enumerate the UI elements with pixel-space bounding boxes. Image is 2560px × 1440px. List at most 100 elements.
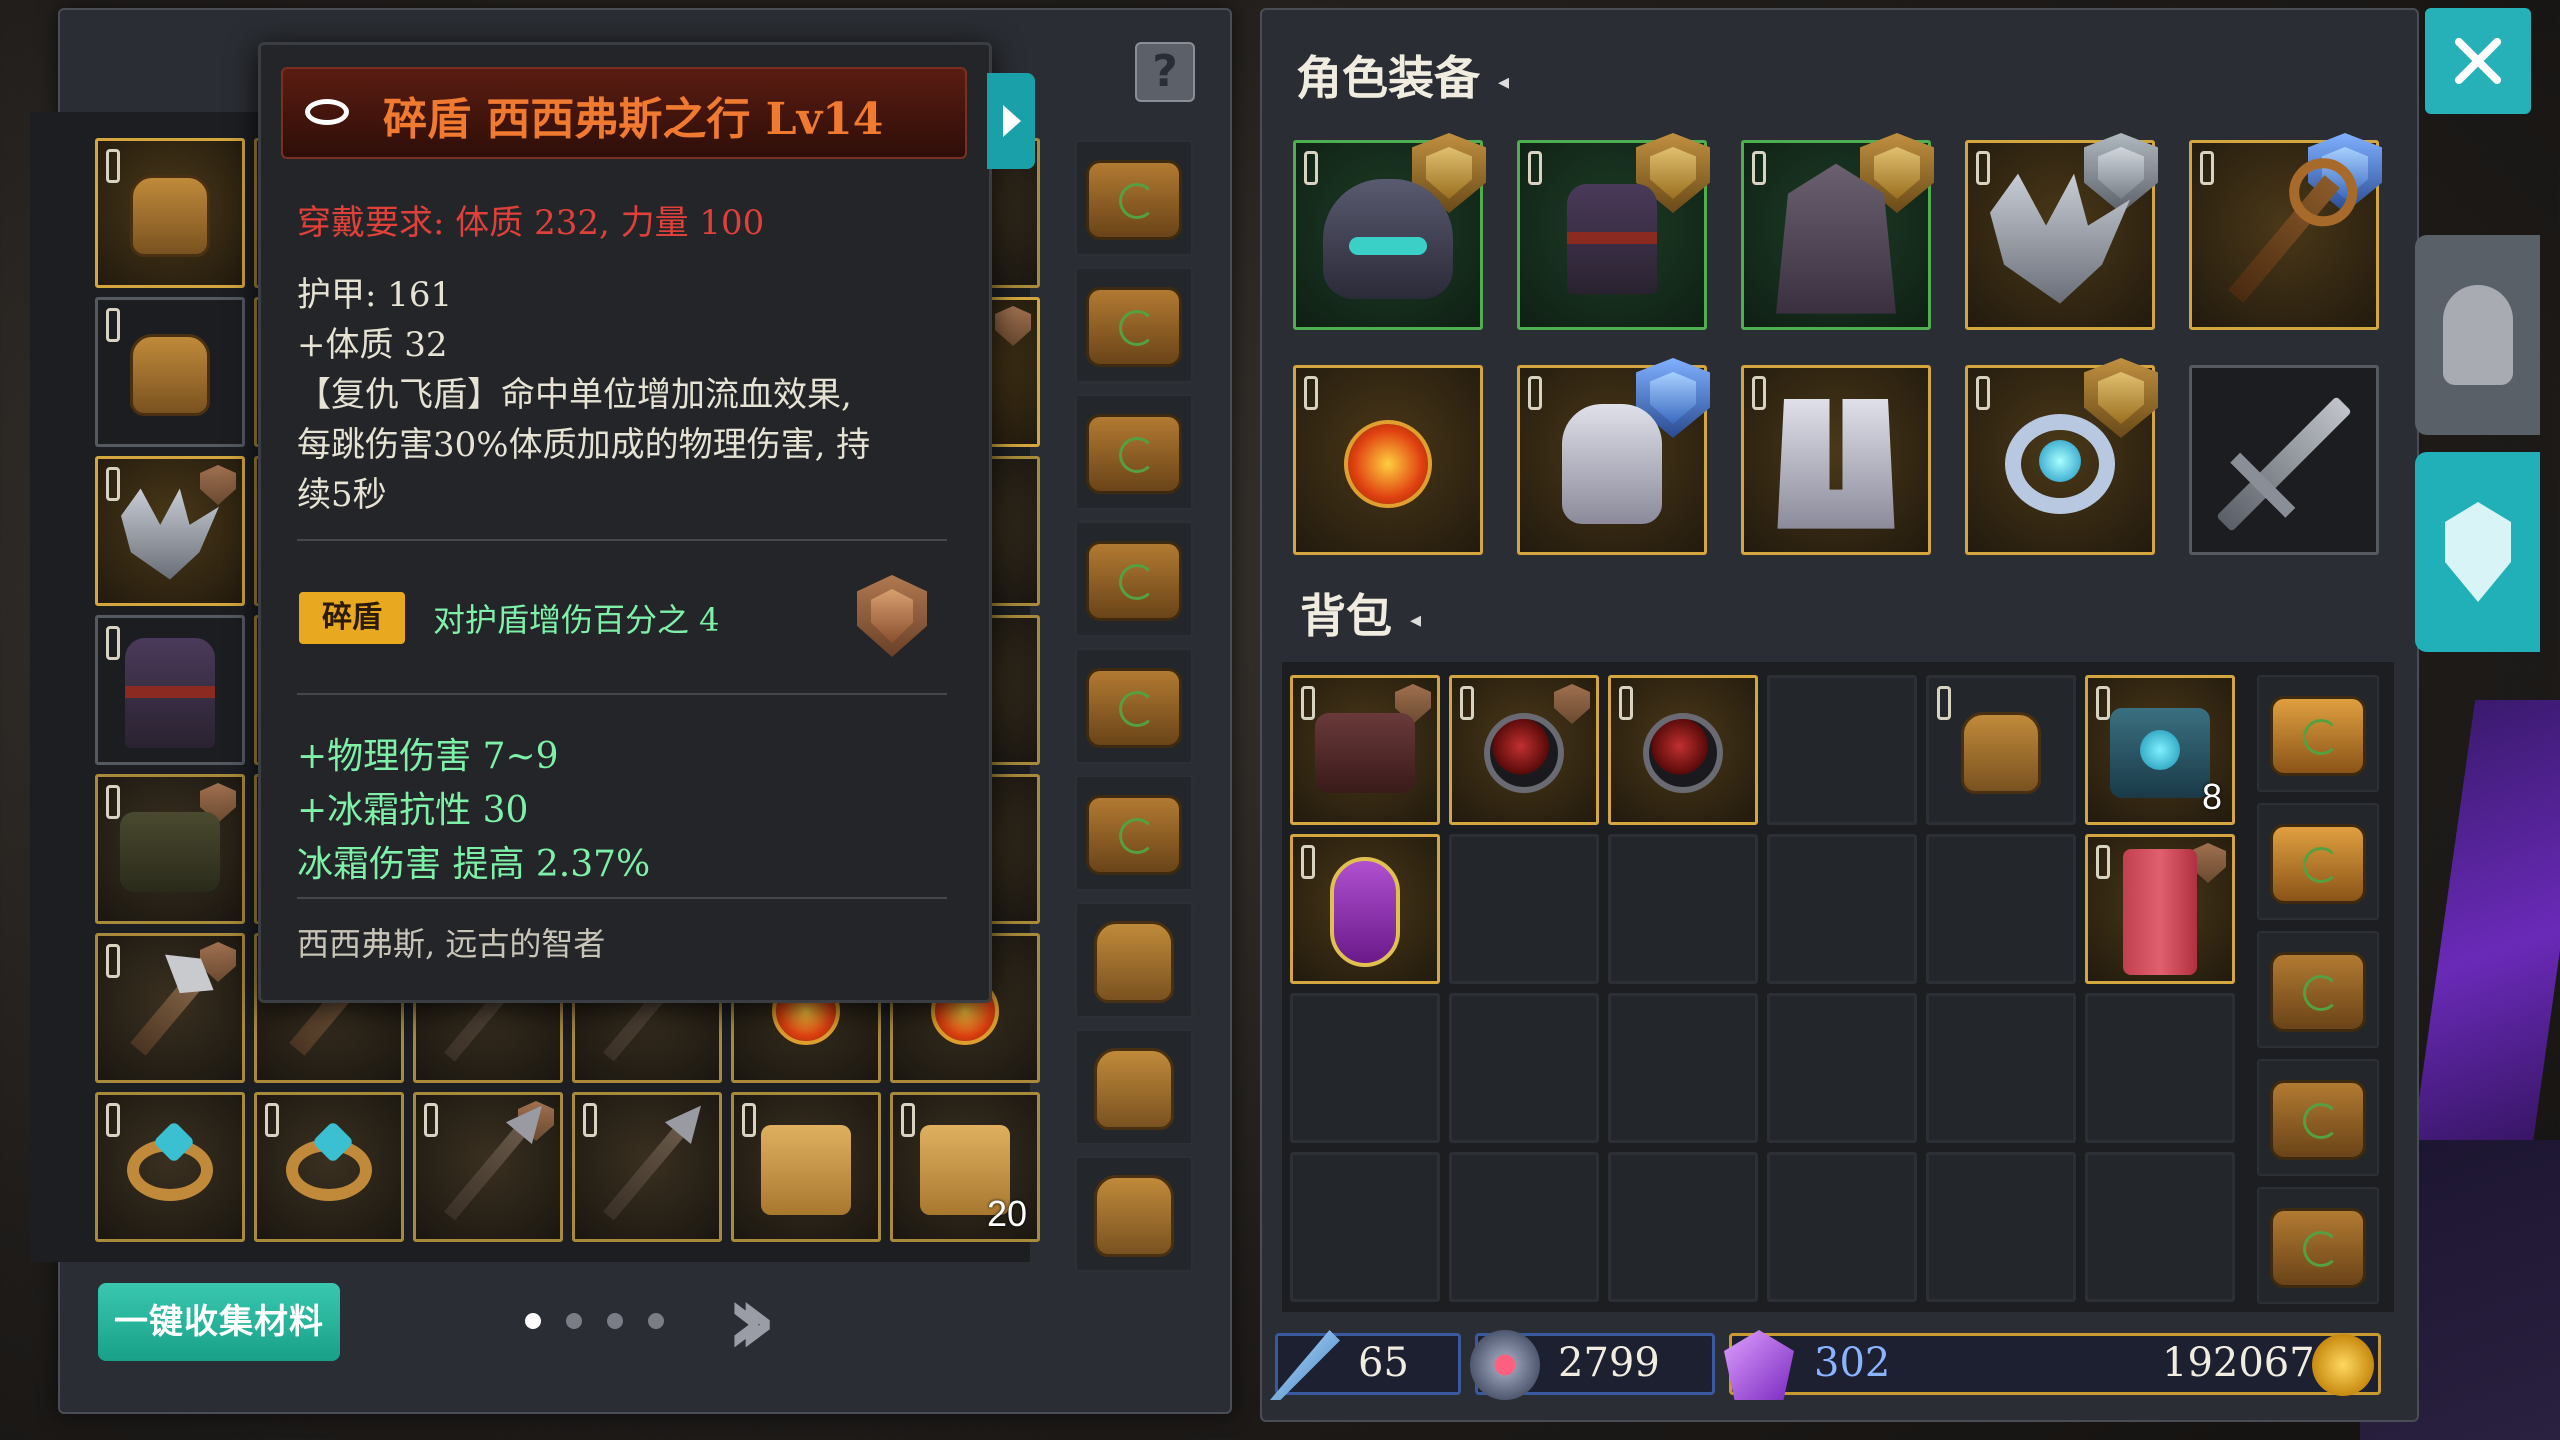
equip-slot-boots[interactable] [1741,365,1931,555]
divider [297,693,947,695]
close-icon[interactable] [2425,8,2531,114]
lock-icon [742,1103,756,1137]
ring-icon [286,1138,372,1201]
set-bonus-desc: 对护盾增伤百分之 4 [433,601,720,639]
collapse-arrow-icon[interactable]: ◂ [1410,607,1421,633]
bag-slot-empty[interactable] [1926,993,2076,1143]
bag-slot-empty[interactable] [1767,1152,1917,1302]
bag-slot-empty[interactable] [1608,1152,1758,1302]
backpack-icon [130,174,210,257]
bag-container-slot[interactable] [2257,1187,2379,1304]
bag-container-slot[interactable] [2257,675,2379,792]
bag-slot[interactable] [1449,675,1599,825]
storage-slot[interactable]: 20 [890,1092,1040,1242]
bag-slot[interactable]: 8 [2085,675,2235,825]
bag-slot-empty[interactable] [1608,993,1758,1143]
storage-slot[interactable] [95,774,245,924]
backpack-icon [130,333,210,416]
bag-slot[interactable] [1075,648,1193,764]
bag-slot[interactable] [1075,1156,1193,1272]
ring-icon [127,1138,213,1201]
bag-slot-empty[interactable] [1449,993,1599,1143]
page-dot[interactable] [525,1313,541,1329]
bag-slot[interactable] [1075,902,1193,1018]
storage-slot[interactable] [95,138,245,288]
bag-slot-empty[interactable] [1290,1152,1440,1302]
equip-slot-amulet[interactable] [1293,365,1483,555]
storage-slot[interactable] [95,297,245,447]
page-dot[interactable] [648,1313,664,1329]
bag-slot[interactable] [1290,675,1440,825]
bag-slot[interactable] [2085,834,2235,984]
bag-slot[interactable] [1075,1029,1193,1145]
gem-gold-currency: 302 192067 [1724,1330,2381,1400]
storage-slot[interactable] [572,1092,722,1242]
spear-icon [444,1119,532,1221]
helmet-tab-icon[interactable] [2415,235,2540,435]
equip-slot-cloak[interactable] [1741,133,1934,330]
storage-slot[interactable] [731,1092,881,1242]
storage-slot[interactable] [95,456,245,606]
equip-slot-ring[interactable] [1965,358,2158,555]
equipment-title-text: 角色装备 [1296,51,1480,105]
bag-slot-empty[interactable] [1767,675,1917,825]
bag-slot-empty[interactable] [1608,834,1758,984]
bag-slot[interactable] [1075,140,1193,256]
shield-item-icon [305,99,349,125]
page-indicator [525,1313,664,1329]
bag-slot-empty[interactable] [1290,993,1440,1143]
bag-slot-empty[interactable] [1767,834,1917,984]
storage-slot[interactable] [254,1092,404,1242]
bag-slot[interactable] [1608,675,1758,825]
divider [297,539,947,541]
collapse-arrow-icon[interactable]: ◂ [1498,69,1509,95]
bag-slot-empty[interactable] [1926,1152,2076,1302]
bag-slot[interactable] [1075,267,1193,383]
help-icon[interactable]: ? [1135,42,1195,102]
bag-slot[interactable] [1075,521,1193,637]
equip-slot-weapon[interactable] [2189,133,2382,330]
bag-slot-empty[interactable] [1926,834,2076,984]
storage-slot[interactable] [95,1092,245,1242]
equip-slot-empty-weapon[interactable] [2189,365,2379,555]
gauntlet-icon [1315,712,1415,793]
bag-slot[interactable] [1290,834,1440,984]
bag-slot-empty[interactable] [1449,1152,1599,1302]
stack-count: 20 [986,1193,1027,1234]
stack-count: 8 [2201,776,2222,817]
expand-arrow-icon[interactable] [987,73,1035,169]
tier-shield-icon [995,306,1031,346]
chest-armor-icon [1567,183,1657,294]
storage-slot[interactable] [413,1092,563,1242]
bag-container-slot[interactable] [2257,931,2379,1048]
bag-slot[interactable] [1075,775,1193,891]
bag-container-slot[interactable] [2257,803,2379,920]
bag-container-slot[interactable] [2257,1059,2379,1176]
bag-slot-empty[interactable] [2085,1152,2235,1302]
satchel-icon [2270,1207,2366,1288]
page-dot[interactable] [566,1313,582,1329]
bag-slot[interactable] [1926,675,2076,825]
currency-bar: 65 2799 302 192067 [1270,1330,2381,1400]
bag-slot-empty[interactable] [1767,993,1917,1143]
equip-slot-chest[interactable] [1517,133,1710,330]
bag-slot-empty[interactable] [2085,993,2235,1143]
collect-materials-button[interactable]: 一键收集材料 [98,1283,340,1361]
equip-slot-gloves[interactable] [1517,358,1710,555]
equip-slot-helmet[interactable] [1293,133,1486,330]
bag-slot[interactable] [1075,394,1193,510]
storage-slot[interactable] [95,615,245,765]
heart-gem-icon [1470,1330,1540,1400]
satchel-icon [2270,951,2366,1032]
lock-icon [1752,376,1766,410]
claw-weapon-icon [121,488,219,580]
page-dot[interactable] [607,1313,623,1329]
lock-icon [106,944,120,978]
equip-slot-offhand[interactable] [1965,133,2158,330]
bag-slot-empty[interactable] [1449,834,1599,984]
satchel-icon [1086,795,1182,876]
shield-tab-icon[interactable] [2415,452,2540,652]
large-satchel-icon [2270,695,2366,776]
storage-slot[interactable] [95,933,245,1083]
next-page-icon[interactable]: ›› [725,1270,815,1370]
